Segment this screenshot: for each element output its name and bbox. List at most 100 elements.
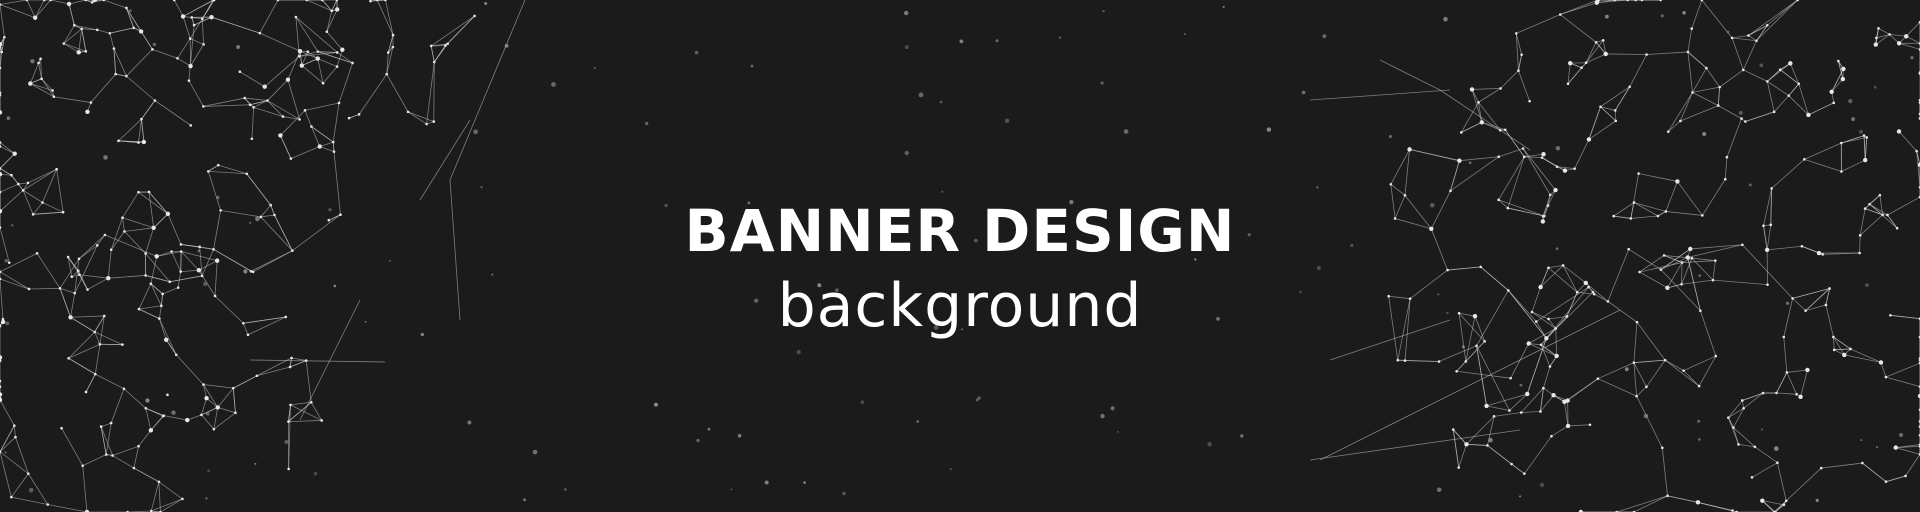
network-node — [174, 353, 178, 357]
network-node — [1389, 182, 1393, 186]
network-line — [1450, 160, 1460, 191]
network-line — [68, 343, 101, 359]
network-line — [1600, 86, 1630, 108]
network-node — [1878, 360, 1884, 365]
network-line — [306, 0, 332, 12]
network-node — [73, 23, 76, 27]
network-line — [151, 498, 183, 512]
network-line — [1808, 102, 1834, 116]
network-node — [215, 405, 220, 410]
network-line — [289, 360, 307, 368]
network-line — [203, 384, 219, 408]
network-line — [430, 15, 475, 47]
scattered-dot — [30, 59, 35, 64]
network-line — [1629, 54, 1647, 87]
scattered-dot — [1738, 111, 1743, 115]
network-node — [1603, 51, 1608, 57]
network-line — [249, 100, 268, 106]
network-node — [3, 35, 6, 39]
network-line — [1878, 27, 1890, 35]
network-line — [338, 62, 353, 104]
network-node — [337, 101, 341, 105]
network-node — [1645, 53, 1648, 56]
network-node — [1840, 170, 1843, 173]
network-line — [150, 481, 160, 512]
network-node — [287, 467, 290, 471]
network-node — [1479, 120, 1485, 125]
network-line — [0, 146, 15, 155]
network-node — [1865, 136, 1869, 139]
network-node — [317, 144, 322, 149]
network-node — [1718, 85, 1721, 89]
network-line — [259, 0, 279, 34]
network-line — [287, 51, 301, 80]
network-node — [1580, 66, 1583, 70]
network-node — [1744, 120, 1747, 123]
network-node — [1596, 377, 1600, 380]
network-node — [81, 464, 84, 468]
scattered-dot — [1759, 63, 1764, 68]
network-line — [182, 16, 191, 39]
network-node — [1775, 391, 1778, 395]
network-node — [1727, 416, 1730, 419]
network-node — [10, 173, 13, 177]
network-line — [1683, 370, 1700, 387]
network-line — [154, 100, 191, 126]
network-line — [319, 146, 335, 153]
network-line — [0, 4, 5, 38]
network-line — [1636, 395, 1663, 448]
network-node — [1464, 360, 1468, 363]
network-node — [85, 109, 90, 114]
network-line — [1748, 0, 1798, 36]
network-node — [138, 29, 144, 34]
network-line — [1456, 370, 1511, 379]
network-node — [1797, 82, 1801, 86]
network-line — [110, 388, 125, 424]
network-node — [1741, 68, 1745, 72]
network-line — [239, 71, 265, 88]
network-line — [0, 451, 12, 498]
network-node — [1628, 85, 1631, 89]
network-line — [1568, 424, 1591, 427]
network-node — [114, 72, 117, 76]
network-node — [289, 403, 292, 407]
network-line — [1551, 425, 1569, 437]
scattered-dot — [254, 462, 257, 465]
network-node — [1457, 158, 1462, 163]
network-node — [0, 3, 2, 6]
network-node — [1829, 89, 1834, 94]
network-node — [1697, 384, 1701, 388]
network-node — [12, 151, 17, 156]
banner: BANNER DESIGN background — [0, 0, 1920, 512]
network-node — [1566, 82, 1570, 86]
network-node — [304, 359, 308, 362]
network-line — [213, 412, 236, 430]
network-node — [1457, 466, 1461, 469]
network-node — [1725, 155, 1729, 159]
network-node — [255, 374, 259, 378]
network-node — [0, 110, 3, 115]
network-node — [1741, 399, 1744, 402]
network-node — [80, 27, 84, 31]
network-line — [1683, 355, 1716, 371]
network-line — [1742, 392, 1764, 401]
network-line — [0, 153, 15, 169]
network-node — [262, 84, 267, 89]
scattered-dot — [564, 488, 567, 491]
network-line — [11, 496, 48, 505]
scattered-dot — [1488, 437, 1493, 443]
network-node — [1795, 393, 1798, 396]
network-node — [1565, 423, 1571, 429]
scattered-dot — [6, 116, 11, 121]
network-node — [432, 120, 436, 123]
network-node — [137, 444, 140, 448]
scattered-dot — [1436, 487, 1442, 493]
network-node — [202, 105, 205, 108]
network-line — [1667, 92, 1693, 132]
scattered-dot — [103, 155, 108, 160]
network-line — [94, 344, 101, 375]
network-node — [1772, 110, 1776, 114]
network-line — [1597, 362, 1635, 380]
network-node — [473, 14, 476, 18]
network-line — [244, 97, 268, 101]
